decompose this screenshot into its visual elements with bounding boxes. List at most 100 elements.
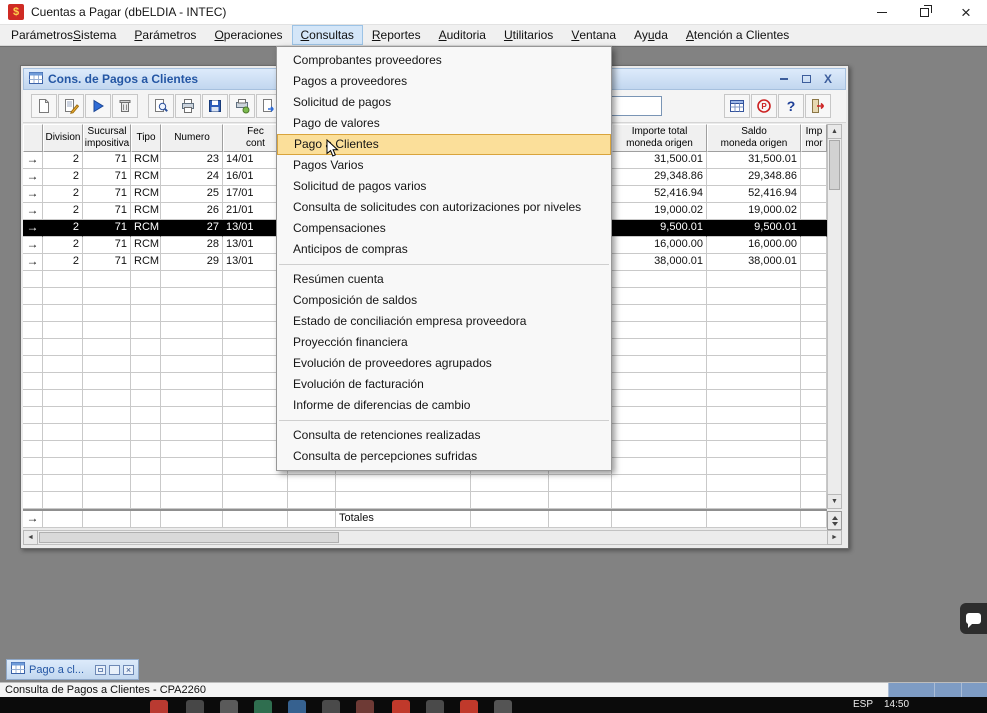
menubar-item-utilitarios[interactable]: Utilitarios — [495, 25, 562, 45]
menu-item-pago-de-valores[interactable]: Pago de valores — [277, 113, 611, 134]
exit-button[interactable] — [805, 94, 831, 118]
taskbar-language[interactable]: ESP — [853, 699, 873, 710]
taskbar-app-icon[interactable] — [494, 700, 512, 713]
cell-importe-total-moneda-origen — [612, 441, 707, 458]
row-selector: → — [23, 220, 43, 237]
cell-numero: 24 — [161, 169, 223, 186]
menu-item-informe-de-diferencias-de-cambio[interactable]: Informe de diferencias de cambio — [277, 395, 611, 416]
menu-item-composicion-de-saldos[interactable]: Composición de saldos — [277, 290, 611, 311]
mini-maximize-button[interactable] — [109, 665, 120, 675]
menubar-item-parametros[interactable]: Parámetros — [125, 25, 205, 45]
vertical-scrollbar[interactable]: ▲ ▼ — [827, 124, 842, 509]
taskbar-app-icon[interactable] — [460, 700, 478, 713]
menu-item-pago-a-clientes[interactable]: Pago a Clientes — [277, 134, 611, 155]
menubar-item-atencion-a-clientes[interactable]: Atención a Clientes — [677, 25, 798, 45]
minimize-button[interactable] — [861, 0, 903, 24]
new-document-button[interactable] — [31, 94, 57, 118]
column-header-tipo[interactable]: Tipo — [131, 124, 161, 152]
cell-numero: 25 — [161, 186, 223, 203]
grid-empty-row[interactable] — [23, 475, 827, 492]
column-header-sucursal-impositiva[interactable]: Sucursalimpositiva — [83, 124, 131, 152]
column-header-division[interactable]: Division — [43, 124, 83, 152]
menubar-item-reportes[interactable]: Reportes — [363, 25, 430, 45]
taskbar-app-icon[interactable] — [220, 700, 238, 713]
scroll-left-button[interactable]: ◄ — [23, 530, 38, 545]
new-document-icon — [36, 98, 52, 114]
mini-close-button[interactable]: × — [123, 665, 134, 675]
cell-division — [43, 356, 83, 373]
taskbar-app-icon[interactable] — [254, 700, 272, 713]
vertical-scroll-thumb[interactable] — [829, 140, 840, 190]
taskbar-app-icon[interactable] — [356, 700, 374, 713]
horizontal-scroll-thumb[interactable] — [39, 532, 339, 543]
delete-record-button[interactable] — [112, 94, 138, 118]
menu-item-evolucion-de-proveedores-agrupados[interactable]: Evolución de proveedores agrupados — [277, 353, 611, 374]
run-query-button[interactable] — [85, 94, 111, 118]
column-header-saldo-moneda-origen[interactable]: Saldomoneda origen — [707, 124, 801, 152]
taskbar-app-icon[interactable] — [322, 700, 340, 713]
window-title: Cuentas a Pagar (dbELDIA - INTEC) — [31, 5, 226, 19]
menu-item-compensaciones[interactable]: Compensaciones — [277, 218, 611, 239]
menu-item-solicitud-de-pagos[interactable]: Solicitud de pagos — [277, 92, 611, 113]
statusbar-segment — [961, 683, 987, 697]
p-circle-button[interactable]: P — [751, 94, 777, 118]
grid-button[interactable] — [724, 94, 750, 118]
grid-totals-row: →Totales — [23, 509, 827, 528]
taskbar-app-icon[interactable] — [186, 700, 204, 713]
minimized-window[interactable]: Pago a cl... × — [6, 659, 139, 680]
menu-item-solicitud-de-pagos-varios[interactable]: Solicitud de pagos varios — [277, 176, 611, 197]
menu-item-consulta-de-retenciones-realizadas[interactable]: Consulta de retenciones realizadas — [277, 425, 611, 446]
column-header-imp-mor[interactable]: Impmor — [801, 124, 827, 152]
edit-record-button[interactable] — [58, 94, 84, 118]
totals-spinner[interactable] — [827, 511, 842, 530]
menu-item-estado-de-conciliacion-empresa-proveedora[interactable]: Estado de conciliación empresa proveedor… — [277, 311, 611, 332]
print-button[interactable] — [175, 94, 201, 118]
save-button[interactable] — [202, 94, 228, 118]
column-header-numero[interactable]: Numero — [161, 124, 223, 152]
help-button[interactable]: ? — [778, 94, 804, 118]
menubar-item-parametros-sistema[interactable]: Parámetros Sistema — [2, 25, 125, 45]
column-header-importe-total-moneda-origen[interactable]: Importe totalmoneda origen — [612, 124, 707, 152]
preview-button[interactable] — [148, 94, 174, 118]
cell-sucursal-impositiva — [83, 322, 131, 339]
horizontal-scrollbar[interactable]: ◄ ► — [23, 530, 842, 545]
scroll-up-button[interactable]: ▲ — [827, 124, 842, 139]
menu-item-anticipos-de-compras[interactable]: Anticipos de compras — [277, 239, 611, 260]
grid-empty-row[interactable] — [23, 492, 827, 509]
taskbar-clock[interactable]: 14:50 — [884, 699, 909, 710]
chat-overlay-button[interactable] — [960, 603, 987, 634]
menubar-item-consultas[interactable]: Consultas — [292, 25, 363, 45]
taskbar-app-icon[interactable] — [426, 700, 444, 713]
menubar-item-auditoria[interactable]: Auditoria — [430, 25, 495, 45]
menubar-item-ayuda[interactable]: Ayuda — [625, 25, 677, 45]
cell-tipo — [131, 339, 161, 356]
child-restore-button[interactable] — [800, 73, 812, 85]
menu-item-comprobantes-proveedores[interactable]: Comprobantes proveedores — [277, 50, 611, 71]
close-button[interactable]: × — [945, 0, 987, 24]
child-window-controls: X — [778, 73, 840, 85]
mini-restore-button[interactable] — [95, 665, 106, 675]
cell-sucursal-impositiva — [83, 475, 131, 492]
menu-item-pagos-a-proveedores[interactable]: Pagos a proveedores — [277, 71, 611, 92]
menubar-item-ventana[interactable]: Ventana — [562, 25, 625, 45]
menu-item-pagos-varios[interactable]: Pagos Varios — [277, 155, 611, 176]
scroll-right-button[interactable]: ► — [827, 530, 842, 545]
menu-item-resumen-cuenta[interactable]: Resúmen cuenta — [277, 269, 611, 290]
menu-item-evolucion-de-facturacion[interactable]: Evolución de facturación — [277, 374, 611, 395]
cell-division: 2 — [43, 169, 83, 186]
cell-imp-mor — [801, 339, 827, 356]
print-setup-button[interactable] — [229, 94, 255, 118]
restore-button[interactable] — [903, 0, 945, 24]
taskbar-app-icon[interactable] — [150, 700, 168, 713]
menubar-item-operaciones[interactable]: Operaciones — [205, 25, 291, 45]
taskbar-app-icon[interactable] — [392, 700, 410, 713]
menu-item-proyeccion-financiera[interactable]: Proyección financiera — [277, 332, 611, 353]
menu-item-consulta-de-percepciones-sufridas[interactable]: Consulta de percepciones sufridas — [277, 446, 611, 467]
scroll-down-button[interactable]: ▼ — [827, 494, 842, 509]
taskbar-app-icon[interactable] — [288, 700, 306, 713]
child-minimize-button[interactable] — [778, 73, 790, 85]
cell-imp-mor — [801, 441, 827, 458]
child-close-button[interactable]: X — [822, 73, 834, 85]
menu-item-consulta-de-solicitudes-con-autorizaciones-por-niveles[interactable]: Consulta de solicitudes con autorizacion… — [277, 197, 611, 218]
cell-numero — [161, 288, 223, 305]
